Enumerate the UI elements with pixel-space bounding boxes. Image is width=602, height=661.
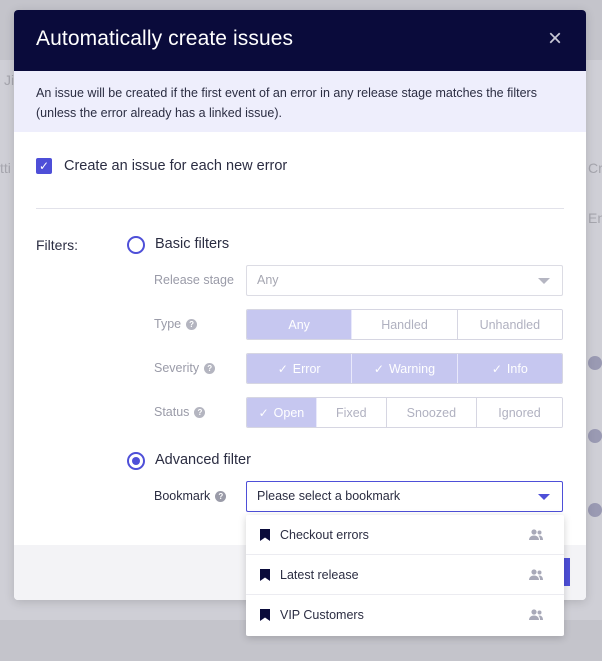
check-icon: ✓: [373, 361, 384, 376]
background-text: Ji: [4, 72, 15, 88]
chevron-down-icon: [538, 278, 550, 284]
severity-option-error[interactable]: ✓ Error: [247, 354, 353, 383]
people-icon: [529, 529, 543, 540]
chevron-down-icon: [538, 494, 550, 500]
bookmark-option-vip-customers[interactable]: VIP Customers: [246, 595, 564, 635]
help-icon[interactable]: ?: [215, 490, 227, 502]
create-issue-checkbox[interactable]: ✓: [36, 158, 52, 174]
type-segmented-control: Any Handled Unhandled: [246, 309, 563, 340]
type-label: Type ?: [154, 317, 198, 331]
bookmark-option-checkout-errors[interactable]: Checkout errors: [246, 515, 564, 555]
status-option-ignored[interactable]: Ignored: [476, 398, 562, 427]
bookmark-dropdown: Checkout errors Latest release VIP Custo…: [246, 515, 564, 636]
background-text: tti: [0, 160, 11, 176]
bookmark-placeholder: Please select a bookmark: [257, 489, 401, 503]
help-icon[interactable]: ?: [194, 406, 206, 418]
type-option-handled[interactable]: Handled: [352, 310, 458, 339]
divider: [36, 208, 564, 209]
status-option-fixed[interactable]: Fixed: [316, 398, 387, 427]
basic-filters-radio[interactable]: [127, 236, 145, 254]
create-issues-modal: Automatically create issues × An issue w…: [14, 10, 586, 600]
severity-option-info[interactable]: ✓ Info: [457, 354, 562, 383]
bookmark-select[interactable]: Please select a bookmark: [246, 481, 563, 512]
bookmark-icon: [260, 528, 270, 541]
release-stage-value: Any: [257, 273, 279, 287]
modal-header: Automatically create issues ×: [14, 10, 586, 71]
background-text: Cr: [588, 160, 602, 176]
status-segmented-control: ✓ Open Fixed Snoozed Ignored: [246, 397, 563, 428]
check-icon: ✓: [491, 361, 502, 376]
release-stage-label: Release stage: [154, 273, 234, 287]
bookmark-option-latest-release[interactable]: Latest release: [246, 555, 564, 595]
info-message: An issue will be created if the first ev…: [14, 71, 586, 132]
background-check-icon: [588, 429, 602, 443]
bookmark-icon: [260, 609, 270, 621]
background-check-icon: [588, 356, 602, 370]
advanced-filter-label: Advanced filter: [155, 452, 251, 468]
check-icon: ✓: [258, 405, 269, 420]
filters-label: Filters:: [36, 237, 78, 253]
bookmark-icon: [260, 568, 270, 581]
people-icon: [529, 609, 543, 620]
background-text: En: [588, 210, 602, 226]
create-issue-label: Create an issue for each new error: [64, 158, 288, 174]
basic-filters-label: Basic filters: [155, 236, 230, 252]
bookmark-label: Bookmark ?: [154, 489, 227, 503]
severity-label: Severity ?: [154, 361, 216, 375]
check-icon: ✓: [277, 361, 288, 376]
background-check-icon: [588, 503, 602, 517]
modal-title: Automatically create issues: [36, 27, 294, 50]
status-option-snoozed[interactable]: Snoozed: [386, 398, 477, 427]
status-label: Status ?: [154, 405, 206, 419]
type-option-any[interactable]: Any: [247, 310, 353, 339]
close-icon[interactable]: ×: [546, 27, 564, 51]
severity-option-warning[interactable]: ✓ Warning: [352, 354, 458, 383]
severity-segmented-control: ✓ Error ✓ Warning ✓ Info: [246, 353, 563, 384]
status-option-open[interactable]: ✓ Open: [247, 398, 317, 427]
help-icon[interactable]: ?: [186, 318, 198, 330]
create-issue-checkbox-row[interactable]: ✓ Create an issue for each new error: [36, 158, 287, 174]
people-icon: [529, 569, 543, 580]
type-option-unhandled[interactable]: Unhandled: [457, 310, 562, 339]
release-stage-select[interactable]: Any: [246, 265, 563, 296]
advanced-filter-radio[interactable]: [127, 452, 145, 470]
help-icon[interactable]: ?: [204, 362, 216, 374]
